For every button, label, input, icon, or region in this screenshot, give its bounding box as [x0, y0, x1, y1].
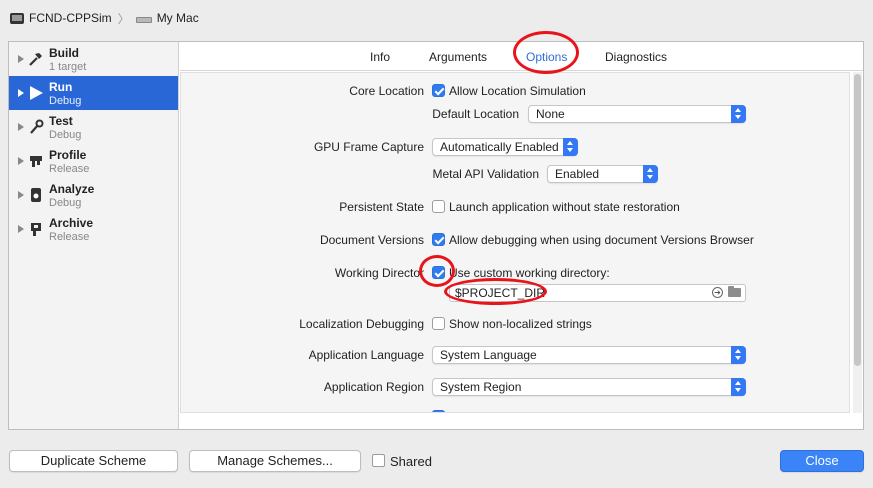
tab-diagnostics[interactable]: Diagnostics — [605, 50, 667, 64]
disclosure-icon[interactable] — [18, 123, 24, 131]
allow-location-checkbox[interactable] — [432, 84, 445, 97]
metal-validation-label: Metal API Validation — [289, 167, 539, 181]
hammer-icon — [28, 51, 44, 67]
sidebar-item-sub: Release — [49, 231, 90, 243]
disclosure-icon[interactable] — [18, 191, 24, 199]
persistent-state-label: Persistent State — [339, 200, 424, 214]
application-region-label: Application Region — [323, 380, 424, 394]
working-directory-label: Working Director — [334, 266, 424, 280]
sidebar-item-sub: Debug — [49, 95, 82, 107]
metal-validation-popup[interactable]: Enabled — [547, 165, 658, 183]
popup-arrows-icon — [731, 378, 746, 396]
sidebar-item-archive[interactable]: Archive Release — [9, 212, 178, 246]
application-language-value: System Language — [440, 348, 537, 362]
cut-off-checkbox[interactable] — [432, 410, 445, 412]
disclosure-icon[interactable] — [18, 225, 24, 233]
sidebar-item-title: Build — [49, 46, 79, 60]
working-directory-field[interactable]: $PROJECT_DIR ➔ — [449, 284, 746, 302]
disclosure-icon[interactable] — [18, 157, 24, 165]
tab-arguments[interactable]: Arguments — [429, 50, 487, 64]
working-directory-path: $PROJECT_DIR — [455, 286, 546, 300]
scheme-target: FCND-CPPSim — [29, 11, 112, 25]
persistent-state-text: Launch application without state restora… — [449, 200, 680, 214]
options-settings: Core Location Allow Location Simulation … — [180, 72, 850, 413]
document-versions-text: Allow debugging when using document Vers… — [449, 233, 754, 247]
sidebar-item-title: Profile — [49, 148, 87, 162]
localization-checkbox[interactable] — [432, 317, 445, 330]
scroll-thumb[interactable] — [854, 74, 861, 366]
sidebar-item-run[interactable]: Run Debug — [9, 76, 178, 110]
default-location-label: Default Location — [269, 107, 519, 121]
duplicate-scheme-button[interactable]: Duplicate Scheme — [9, 450, 178, 472]
play-icon — [28, 85, 44, 101]
scheme-editor-panel: Build 1 target Run Debug Test Debug Prof… — [8, 41, 864, 430]
popup-arrows-icon — [643, 165, 658, 183]
mac-icon — [135, 16, 152, 23]
allow-location-label: Allow Location Simulation — [449, 84, 586, 98]
default-location-text: Default Location — [432, 107, 519, 121]
popup-arrows-icon — [731, 346, 746, 364]
archive-icon — [28, 221, 44, 237]
sidebar-item-title: Analyze — [49, 182, 95, 196]
sidebar-item-sub: Debug — [49, 129, 82, 141]
tab-options[interactable]: Options — [526, 50, 567, 64]
popup-arrows-icon — [563, 138, 578, 156]
wrench-icon — [28, 119, 44, 135]
sidebar-item-title: Test — [49, 114, 73, 128]
app-icon — [10, 12, 24, 24]
gauge-icon — [28, 153, 44, 169]
working-directory-checkbox[interactable] — [432, 266, 445, 279]
application-language-popup[interactable]: System Language — [432, 346, 746, 364]
popup-arrows-icon — [731, 105, 746, 123]
manage-schemes-button[interactable]: Manage Schemes... — [189, 450, 361, 472]
application-region-popup[interactable]: System Region — [432, 378, 746, 396]
sidebar-item-title: Run — [49, 80, 73, 94]
localization-text: Show non-localized strings — [449, 317, 592, 331]
folder-icon[interactable] — [728, 286, 741, 297]
tab-info[interactable]: Info — [370, 50, 390, 64]
tab-bar: Info Arguments Options Diagnostics — [180, 42, 863, 71]
disclosure-icon[interactable] — [18, 89, 24, 97]
vertical-scrollbar[interactable] — [853, 72, 862, 413]
shared-checkbox[interactable] — [372, 454, 385, 467]
scheme-selector[interactable]: FCND-CPPSim 〉 My Mac — [10, 8, 199, 28]
metal-validation-value: Enabled — [555, 167, 600, 181]
gpu-frame-capture-popup[interactable]: Automatically Enabled — [432, 138, 578, 156]
sidebar-item-profile[interactable]: Profile Release — [9, 144, 178, 178]
sidebar-item-analyze[interactable]: Analyze Debug — [9, 178, 178, 212]
persistent-state-checkbox[interactable] — [432, 200, 445, 213]
default-location-popup[interactable]: None — [528, 105, 746, 123]
localization-debugging-label: Localization Debugging — [299, 317, 424, 331]
go-arrow-icon[interactable]: ➔ — [712, 287, 723, 298]
metal-validation-text: Metal API Validation — [432, 167, 539, 181]
shared-label: Shared — [390, 454, 432, 469]
sidebar-item-sub: Release — [49, 163, 90, 175]
sidebar-item-sub: 1 target — [49, 61, 87, 73]
sidebar-item-test[interactable]: Test Debug — [9, 110, 178, 144]
chevron-right-icon: 〉 — [117, 11, 130, 26]
analyze-icon — [28, 187, 44, 203]
application-language-label: Application Language — [308, 348, 424, 362]
disclosure-icon[interactable] — [18, 55, 24, 63]
close-button[interactable]: Close — [780, 450, 864, 472]
default-location-value: None — [536, 107, 565, 121]
sidebar-item-build[interactable]: Build 1 target — [9, 42, 178, 76]
gpu-frame-capture-label: GPU Frame Capture — [313, 140, 424, 154]
scheme-destination: My Mac — [156, 11, 199, 25]
sidebar-item-sub: Debug — [49, 197, 82, 209]
core-location-label: Core Location — [349, 84, 424, 98]
options-content: Info Arguments Options Diagnostics Core … — [180, 42, 863, 429]
gpu-frame-capture-value: Automatically Enabled — [440, 140, 559, 154]
document-versions-checkbox[interactable] — [432, 233, 445, 246]
sidebar-item-title: Archive — [49, 216, 94, 230]
application-region-value: System Region — [440, 380, 522, 394]
sidebar: Build 1 target Run Debug Test Debug Prof… — [9, 42, 179, 429]
document-versions-label: Document Versions — [319, 233, 424, 247]
working-directory-text: Use custom working directory: — [449, 266, 610, 280]
